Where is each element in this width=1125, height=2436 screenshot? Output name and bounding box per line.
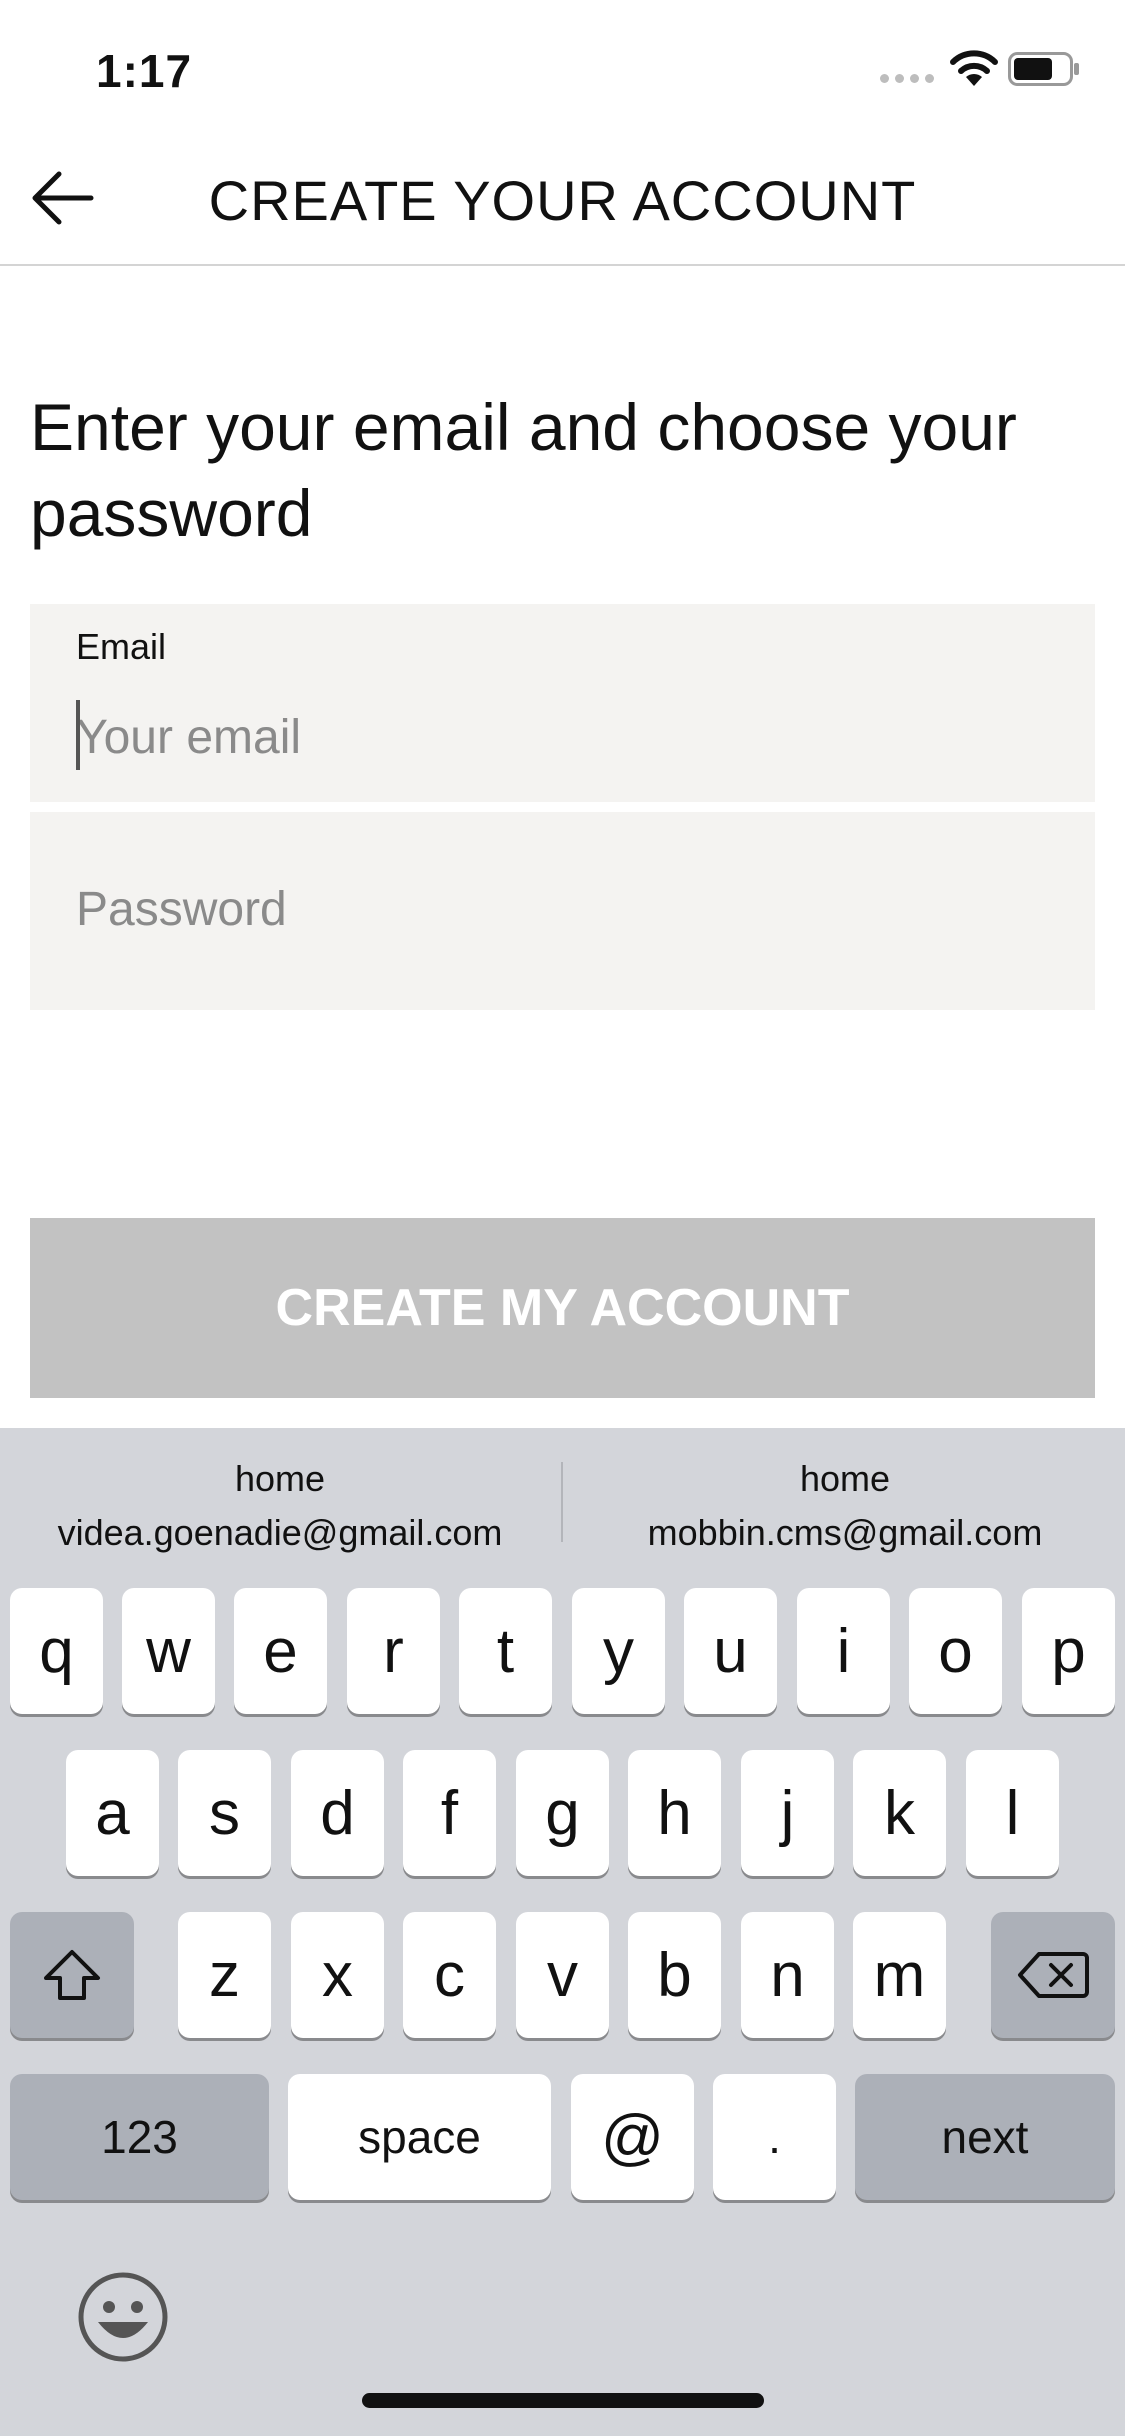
key-x[interactable]: x — [291, 1912, 384, 2038]
suggestion-item[interactable]: home mobbin.cms@gmail.com — [565, 1452, 1125, 1560]
key-y[interactable]: y — [572, 1588, 665, 1714]
suggestion-label: home — [234, 1458, 326, 1499]
key-p[interactable]: p — [1022, 1588, 1115, 1714]
password-field[interactable] — [30, 812, 1095, 1010]
shift-key[interactable] — [10, 1912, 134, 2038]
suggestion-email: mobbin.cms@gmail.com — [647, 1512, 1043, 1553]
at-key[interactable]: @ — [571, 2074, 694, 2200]
key-z[interactable]: z — [178, 1912, 271, 2038]
status-time: 1:17 — [96, 45, 193, 97]
key-e[interactable]: e — [234, 1588, 327, 1714]
key-j[interactable]: j — [741, 1750, 834, 1876]
key-o[interactable]: o — [909, 1588, 1002, 1714]
suggestion-divider — [561, 1462, 563, 1542]
key-i[interactable]: i — [797, 1588, 890, 1714]
backspace-icon — [1018, 1952, 1089, 1998]
battery-icon — [1008, 52, 1079, 86]
form-heading: Enter your email and choose your passwor… — [30, 390, 1017, 550]
email-field-label: Email — [76, 626, 167, 667]
key-l[interactable]: l — [966, 1750, 1059, 1876]
key-u[interactable]: u — [684, 1588, 777, 1714]
key-h[interactable]: h — [628, 1750, 721, 1876]
backspace-key[interactable] — [991, 1912, 1115, 2038]
password-input[interactable] — [76, 874, 1056, 944]
key-d[interactable]: d — [291, 1750, 384, 1876]
cellular-signal-icon — [880, 74, 934, 83]
key-k[interactable]: k — [853, 1750, 946, 1876]
status-bar: 1:17 — [0, 0, 1125, 132]
page-title: CREATE YOUR ACCOUNT — [208, 169, 917, 232]
key-v[interactable]: v — [516, 1912, 609, 2038]
suggestion-label: home — [799, 1458, 891, 1499]
shift-icon — [44, 1950, 100, 2000]
text-caret — [76, 700, 80, 770]
dot-key[interactable]: . — [713, 2074, 836, 2200]
numbers-key[interactable]: 123 — [10, 2074, 269, 2200]
key-b[interactable]: b — [628, 1912, 721, 2038]
key-t[interactable]: t — [459, 1588, 552, 1714]
space-key[interactable]: space — [288, 2074, 551, 2200]
key-q[interactable]: q — [10, 1588, 103, 1714]
create-account-button[interactable]: CREATE MY ACCOUNT — [30, 1218, 1095, 1398]
key-m[interactable]: m — [853, 1912, 946, 2038]
key-g[interactable]: g — [516, 1750, 609, 1876]
wifi-icon — [950, 50, 998, 86]
suggestion-item[interactable]: home videa.goenadie@gmail.com — [0, 1452, 560, 1560]
suggestion-email: videa.goenadie@gmail.com — [57, 1512, 503, 1553]
create-account-screen: 1:17 CREATE YOUR ACCOUNT Enter your emai… — [0, 0, 1125, 2436]
email-input[interactable] — [76, 702, 1056, 772]
onscreen-keyboard: home videa.goenadie@gmail.com home mobbi… — [0, 1428, 1125, 2436]
key-f[interactable]: f — [403, 1750, 496, 1876]
key-r[interactable]: r — [347, 1588, 440, 1714]
nav-header: CREATE YOUR ACCOUNT — [0, 132, 1125, 266]
key-s[interactable]: s — [178, 1750, 271, 1876]
key-c[interactable]: c — [403, 1912, 496, 2038]
autofill-suggestions-bar: home videa.goenadie@gmail.com home mobbi… — [0, 1428, 1125, 1568]
emoji-icon[interactable] — [76, 2270, 170, 2364]
home-indicator — [362, 2393, 764, 2408]
next-key[interactable]: next — [855, 2074, 1115, 2200]
key-a[interactable]: a — [66, 1750, 159, 1876]
key-n[interactable]: n — [741, 1912, 834, 2038]
email-field[interactable]: Email — [30, 604, 1095, 802]
key-w[interactable]: w — [122, 1588, 215, 1714]
